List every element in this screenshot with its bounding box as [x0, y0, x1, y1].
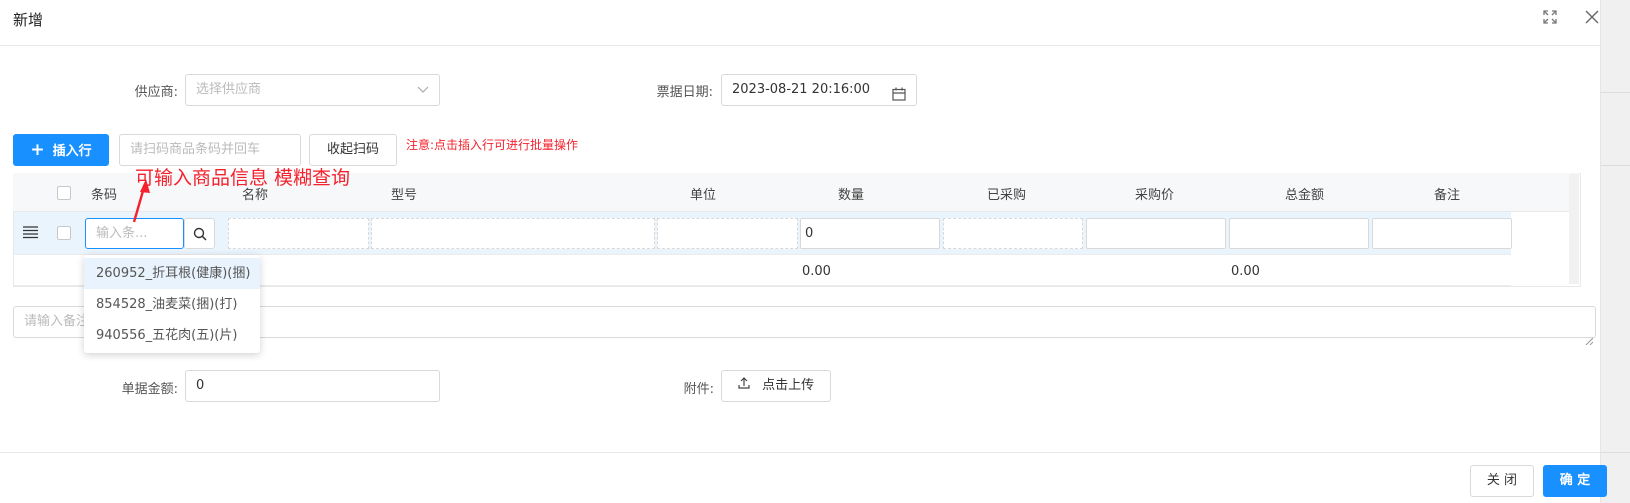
amount-input[interactable]: 0: [185, 370, 440, 402]
date-value: 2023-08-21 20:16:00: [732, 82, 871, 97]
modal-header: [0, 0, 1600, 46]
row-checkbox[interactable]: [57, 226, 71, 240]
col-model: 型号: [391, 188, 418, 203]
close-button[interactable]: 关 闭: [1470, 465, 1534, 497]
date-label: 票据日期:: [656, 85, 713, 100]
fullscreen-icon[interactable]: [1540, 10, 1560, 30]
plus-icon: +: [30, 140, 45, 160]
table-scrollbar[interactable]: [1569, 174, 1579, 284]
calendar-icon: [892, 83, 906, 113]
col-purchased: 已采购: [987, 188, 1027, 203]
scan-barcode-input[interactable]: 请扫码商品条码并回车: [119, 134, 301, 166]
insert-row-label: 插入行: [52, 144, 92, 159]
supplier-select[interactable]: 选择供应商: [185, 74, 440, 106]
upload-icon: [738, 377, 754, 393]
barcode-suggestion-dropdown: 260952_折耳根(健康)(捆) 854528_油麦菜(捆)(打) 94055…: [84, 255, 260, 353]
total-amount-input[interactable]: [1229, 218, 1369, 249]
confirm-button[interactable]: 确 定: [1543, 465, 1607, 497]
purchased-cell: [943, 218, 1083, 249]
total-quantity: 0.00: [802, 264, 831, 279]
remark-cell-input[interactable]: [1372, 218, 1512, 249]
insert-row-button[interactable]: + 插入行: [13, 134, 109, 166]
annotation-arrow: [132, 179, 150, 223]
search-icon: [193, 227, 207, 245]
name-cell[interactable]: [228, 218, 369, 249]
col-remark: 备注: [1434, 188, 1461, 203]
upload-label: 点击上传: [762, 378, 815, 393]
col-purchase-price: 采购价: [1135, 188, 1175, 203]
scan-placeholder: 请扫码商品条码并回车: [130, 142, 261, 157]
resize-handle-icon[interactable]: [1585, 327, 1594, 346]
col-unit: 单位: [690, 188, 717, 203]
collapse-scan-button[interactable]: 收起扫码: [309, 134, 397, 166]
model-cell[interactable]: [371, 218, 655, 249]
select-all-checkbox[interactable]: [57, 186, 71, 200]
purchase-price-input[interactable]: [1086, 218, 1226, 249]
dialog-title: 新增: [13, 11, 44, 29]
col-barcode: 条码: [91, 188, 118, 203]
unit-cell[interactable]: [657, 218, 798, 249]
suggestion-item[interactable]: 940556_五花肉(五)(片): [84, 320, 260, 351]
annotation-text: 可输入商品信息 模糊查询: [135, 167, 351, 189]
col-total-amount: 总金额: [1285, 188, 1325, 203]
date-picker[interactable]: 2023-08-21 20:16:00: [721, 74, 917, 106]
footer-divider: [0, 452, 1600, 453]
quantity-input[interactable]: 0: [800, 218, 940, 249]
total-amount: 0.00: [1231, 264, 1260, 279]
chevron-down-icon: [417, 75, 429, 117]
attachment-label: 附件:: [683, 382, 714, 397]
supplier-label: 供应商:: [134, 85, 178, 100]
col-quantity: 数量: [838, 188, 865, 203]
suggestion-item[interactable]: 260952_折耳根(健康)(捆): [84, 258, 260, 289]
page-scrollbar[interactable]: [1600, 0, 1630, 503]
upload-button[interactable]: 点击上传: [721, 370, 831, 402]
barcode-search-button[interactable]: [184, 218, 215, 249]
amount-label: 单据金额:: [121, 382, 178, 397]
suggestion-item[interactable]: 854528_油麦菜(捆)(打): [84, 289, 260, 320]
supplier-placeholder: 选择供应商: [196, 82, 262, 97]
close-icon[interactable]: [1582, 10, 1602, 30]
drag-handle-icon[interactable]: [23, 226, 38, 243]
notice-text: 注意:点击插入行可进行批量操作: [406, 138, 579, 152]
remark-placeholder: 请输入备注: [24, 314, 90, 329]
barcode-placeholder: 输入条...: [96, 226, 148, 241]
